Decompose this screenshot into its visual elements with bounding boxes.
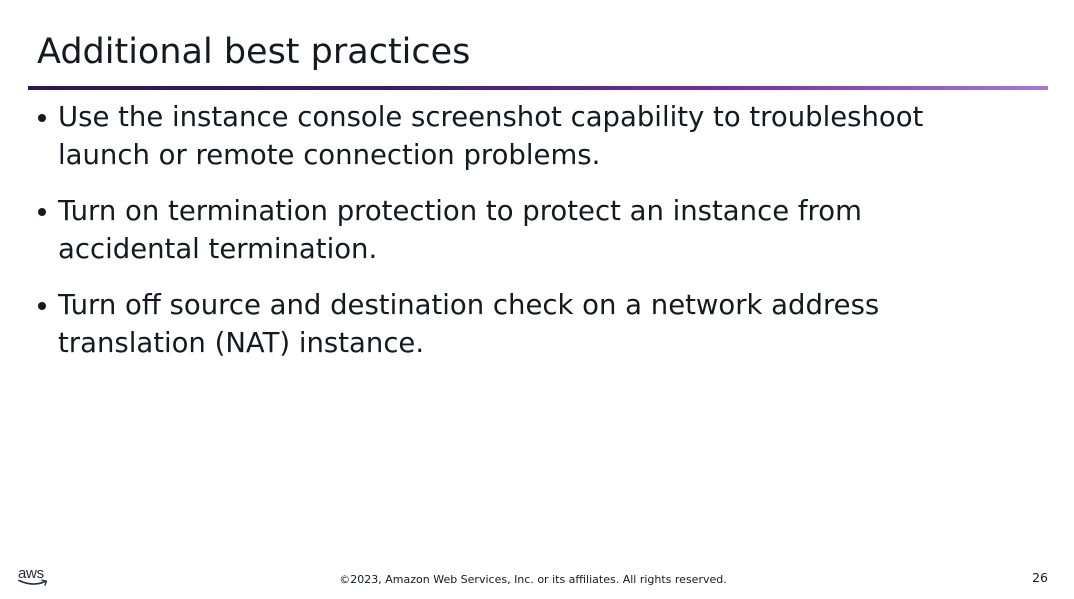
copyright-notice: ©2023, Amazon Web Services, Inc. or its … (0, 573, 1074, 587)
bullet-dot-icon (38, 302, 46, 310)
bullet-text: Turn off source and destination check on… (58, 289, 880, 359)
bullet-text: Use the instance console screenshot capa… (58, 101, 924, 171)
bullet-dot-icon (38, 208, 46, 216)
bullet-item: Turn on termination protection to protec… (36, 192, 996, 268)
slide-title: Additional best practices (37, 32, 471, 72)
bullet-list: Use the instance console screenshot capa… (36, 98, 996, 380)
page-number: 26 (1032, 570, 1048, 585)
copyright-text: ©2023, Amazon Web Services, Inc. or its … (339, 573, 727, 586)
bullet-dot-icon (38, 114, 46, 122)
bullet-item: Use the instance console screenshot capa… (36, 98, 996, 174)
bullet-item: Turn off source and destination check on… (36, 286, 996, 362)
slide-footer: aws ©2023, Amazon Web Services, Inc. or … (0, 560, 1074, 599)
title-divider (28, 86, 1048, 90)
bullet-text: Turn on termination protection to protec… (58, 195, 862, 265)
